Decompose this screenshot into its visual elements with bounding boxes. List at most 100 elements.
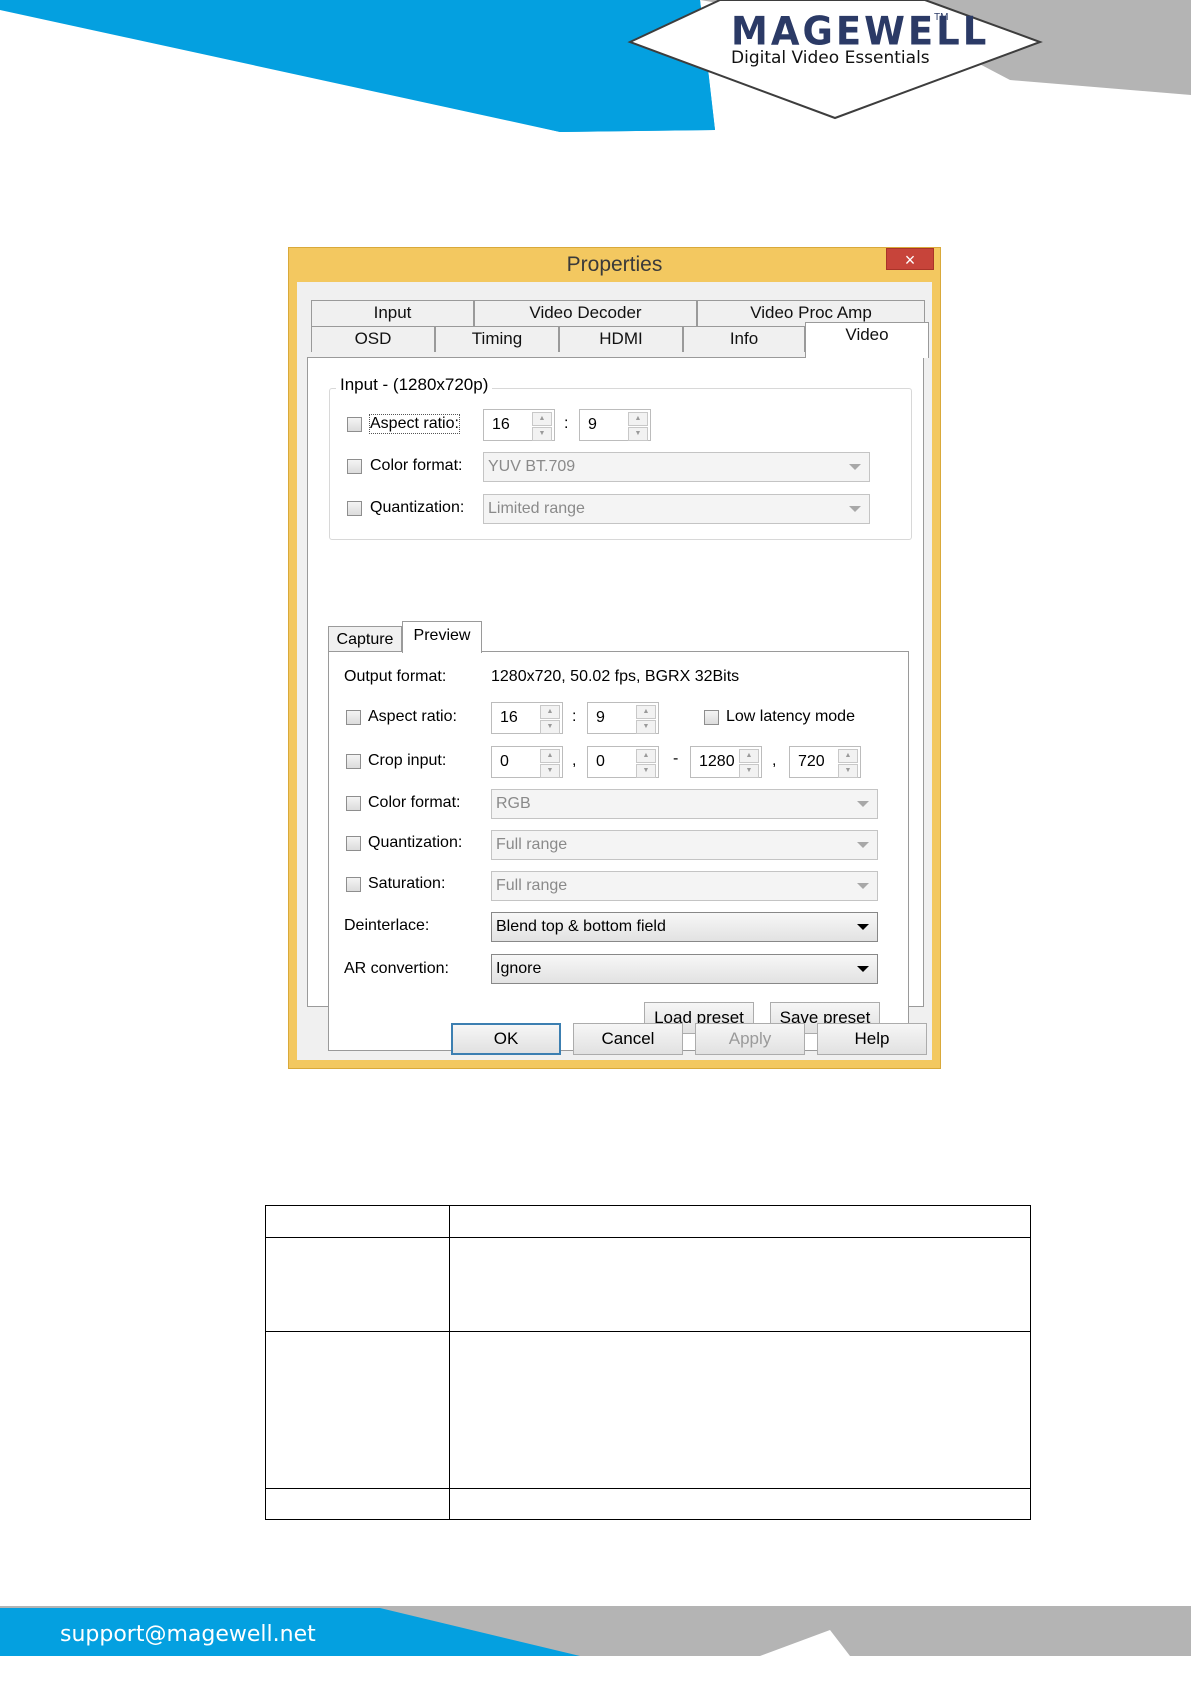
table-cell <box>265 1331 450 1489</box>
crop-x-spinner[interactable]: 0 ▲ ▼ <box>491 746 563 778</box>
input-aspect-height-spinner[interactable]: 9 ▲ ▼ <box>579 409 651 441</box>
preview-aspect-width-value: 16 <box>500 709 518 726</box>
input-color-format-value: YUV BT.709 <box>488 458 576 475</box>
table-cell <box>449 1488 1031 1520</box>
saturation-select[interactable]: Full range <box>491 871 878 901</box>
close-icon: × <box>904 250 916 270</box>
spinner-arrows-icon[interactable]: ▲ ▼ <box>532 412 552 441</box>
chevron-down-icon <box>857 966 869 972</box>
input-quantization-select[interactable]: Limited range <box>483 494 870 524</box>
preview-aspect-height-spinner[interactable]: 9 ▲ ▼ <box>587 702 659 734</box>
input-quantization-value: Limited range <box>488 500 585 517</box>
input-aspect-width-value: 16 <box>492 416 510 433</box>
tab-video-decoder[interactable]: Video Decoder <box>474 300 697 326</box>
preview-color-format-value: RGB <box>496 795 531 812</box>
low-latency-label: Low latency mode <box>726 708 855 725</box>
crop-input-checkbox[interactable] <box>346 754 361 769</box>
preview-quantization-value: Full range <box>496 836 568 853</box>
tab-timing[interactable]: Timing <box>435 326 559 352</box>
crop-y-spinner[interactable]: 0 ▲ ▼ <box>587 746 659 778</box>
help-button[interactable]: Help <box>817 1023 927 1055</box>
preview-aspect-height-value: 9 <box>596 709 605 726</box>
table-cell <box>265 1488 450 1520</box>
preview-aspect-width-spinner[interactable]: 16 ▲ ▼ <box>491 702 563 734</box>
crop-h-value: 720 <box>798 753 825 770</box>
table-row <box>265 1331 1031 1489</box>
apply-button[interactable]: Apply <box>695 1023 805 1055</box>
tab-preview[interactable]: Preview <box>402 621 482 653</box>
crop-w-spinner[interactable]: 1280 ▲ ▼ <box>690 746 762 778</box>
ar-convertion-label: AR convertion: <box>344 960 449 977</box>
dialog-title: Properties <box>566 253 663 276</box>
preview-color-format-checkbox[interactable] <box>346 796 361 811</box>
preview-quantization-label: Quantization: <box>368 834 463 851</box>
spinner-arrows-icon[interactable]: ▲ ▼ <box>628 412 648 441</box>
input-color-format-label: Color format: <box>370 457 463 474</box>
chevron-down-icon <box>857 924 869 930</box>
deinterlace-value: Blend top & bottom field <box>496 918 666 935</box>
table-row <box>265 1237 1031 1332</box>
chevron-down-icon <box>849 506 861 512</box>
preview-quantization-select[interactable]: Full range <box>491 830 878 860</box>
tab-hdmi[interactable]: HDMI <box>559 326 683 352</box>
dialog-body: Input Video Decoder Video Proc Amp OSD T… <box>297 282 932 1060</box>
ok-button[interactable]: OK <box>451 1023 561 1055</box>
tab-video[interactable]: Video <box>805 322 929 358</box>
input-aspect-width-spinner[interactable]: 16 ▲ ▼ <box>483 409 555 441</box>
output-format-label: Output format: <box>344 668 447 685</box>
crop-w-value: 1280 <box>699 753 735 770</box>
ar-convertion-value: Ignore <box>496 960 542 977</box>
ar-convertion-select[interactable]: Ignore <box>491 954 878 984</box>
saturation-value: Full range <box>496 877 568 894</box>
output-format-value: 1280x720, 50.02 fps, BGRX 32Bits <box>491 668 740 685</box>
preview-color-format-select[interactable]: RGB <box>491 789 878 819</box>
input-aspect-checkbox[interactable] <box>347 417 362 432</box>
tab-osd[interactable]: OSD <box>311 326 435 352</box>
preview-quantization-checkbox[interactable] <box>346 836 361 851</box>
low-latency-checkbox[interactable] <box>704 710 719 725</box>
chevron-down-icon <box>857 801 869 807</box>
aspect-colon: : <box>572 708 577 725</box>
input-color-format-select[interactable]: YUV BT.709 <box>483 452 870 482</box>
spinner-arrows-icon[interactable]: ▲ ▼ <box>838 749 858 778</box>
properties-dialog: Properties × Input Video Decoder Video P… <box>288 247 941 1069</box>
saturation-label: Saturation: <box>368 875 446 892</box>
page-header: MAGEWELL TM Digital Video Essentials <box>0 0 1191 135</box>
spinner-arrows-icon[interactable]: ▲ ▼ <box>739 749 759 778</box>
preview-panel: Output format: 1280x720, 50.02 fps, BGRX… <box>328 651 909 1051</box>
close-button[interactable]: × <box>886 248 934 270</box>
tab-input[interactable]: Input <box>311 300 474 326</box>
chevron-down-icon <box>857 842 869 848</box>
crop-x-value: 0 <box>500 753 509 770</box>
table-cell <box>265 1237 450 1332</box>
cancel-button[interactable]: Cancel <box>573 1023 683 1055</box>
support-email[interactable]: support@magewell.net <box>60 1622 316 1647</box>
crop-comma: , <box>772 752 777 769</box>
trademark-mark: TM <box>934 12 949 23</box>
chevron-down-icon <box>857 883 869 889</box>
input-color-format-checkbox[interactable] <box>347 459 362 474</box>
saturation-checkbox[interactable] <box>346 877 361 892</box>
spinner-arrows-icon[interactable]: ▲ ▼ <box>636 705 656 734</box>
tab-info[interactable]: Info <box>683 326 805 352</box>
header-blue-wedge <box>0 0 715 132</box>
crop-input-label: Crop input: <box>368 752 447 769</box>
tab-capture[interactable]: Capture <box>328 626 402 652</box>
spinner-arrows-icon[interactable]: ▲ ▼ <box>540 749 560 778</box>
input-aspect-label: Aspect ratio: <box>369 414 460 434</box>
table-cell <box>265 1205 450 1238</box>
crop-h-spinner[interactable]: 720 ▲ ▼ <box>789 746 861 778</box>
table-row <box>265 1488 1031 1520</box>
input-quantization-checkbox[interactable] <box>347 501 362 516</box>
table-row <box>265 1205 1031 1238</box>
preview-color-format-label: Color format: <box>368 794 461 811</box>
table-cell <box>449 1205 1031 1238</box>
preview-aspect-checkbox[interactable] <box>346 710 361 725</box>
deinterlace-select[interactable]: Blend top & bottom field <box>491 912 878 942</box>
deinterlace-label: Deinterlace: <box>344 917 430 934</box>
table-cell <box>449 1237 1031 1332</box>
chevron-down-icon <box>849 464 861 470</box>
spinner-arrows-icon[interactable]: ▲ ▼ <box>636 749 656 778</box>
video-tab-panel: Input - (1280x720p) Aspect ratio: 16 ▲ ▼ … <box>307 357 924 1051</box>
spinner-arrows-icon[interactable]: ▲ ▼ <box>540 705 560 734</box>
